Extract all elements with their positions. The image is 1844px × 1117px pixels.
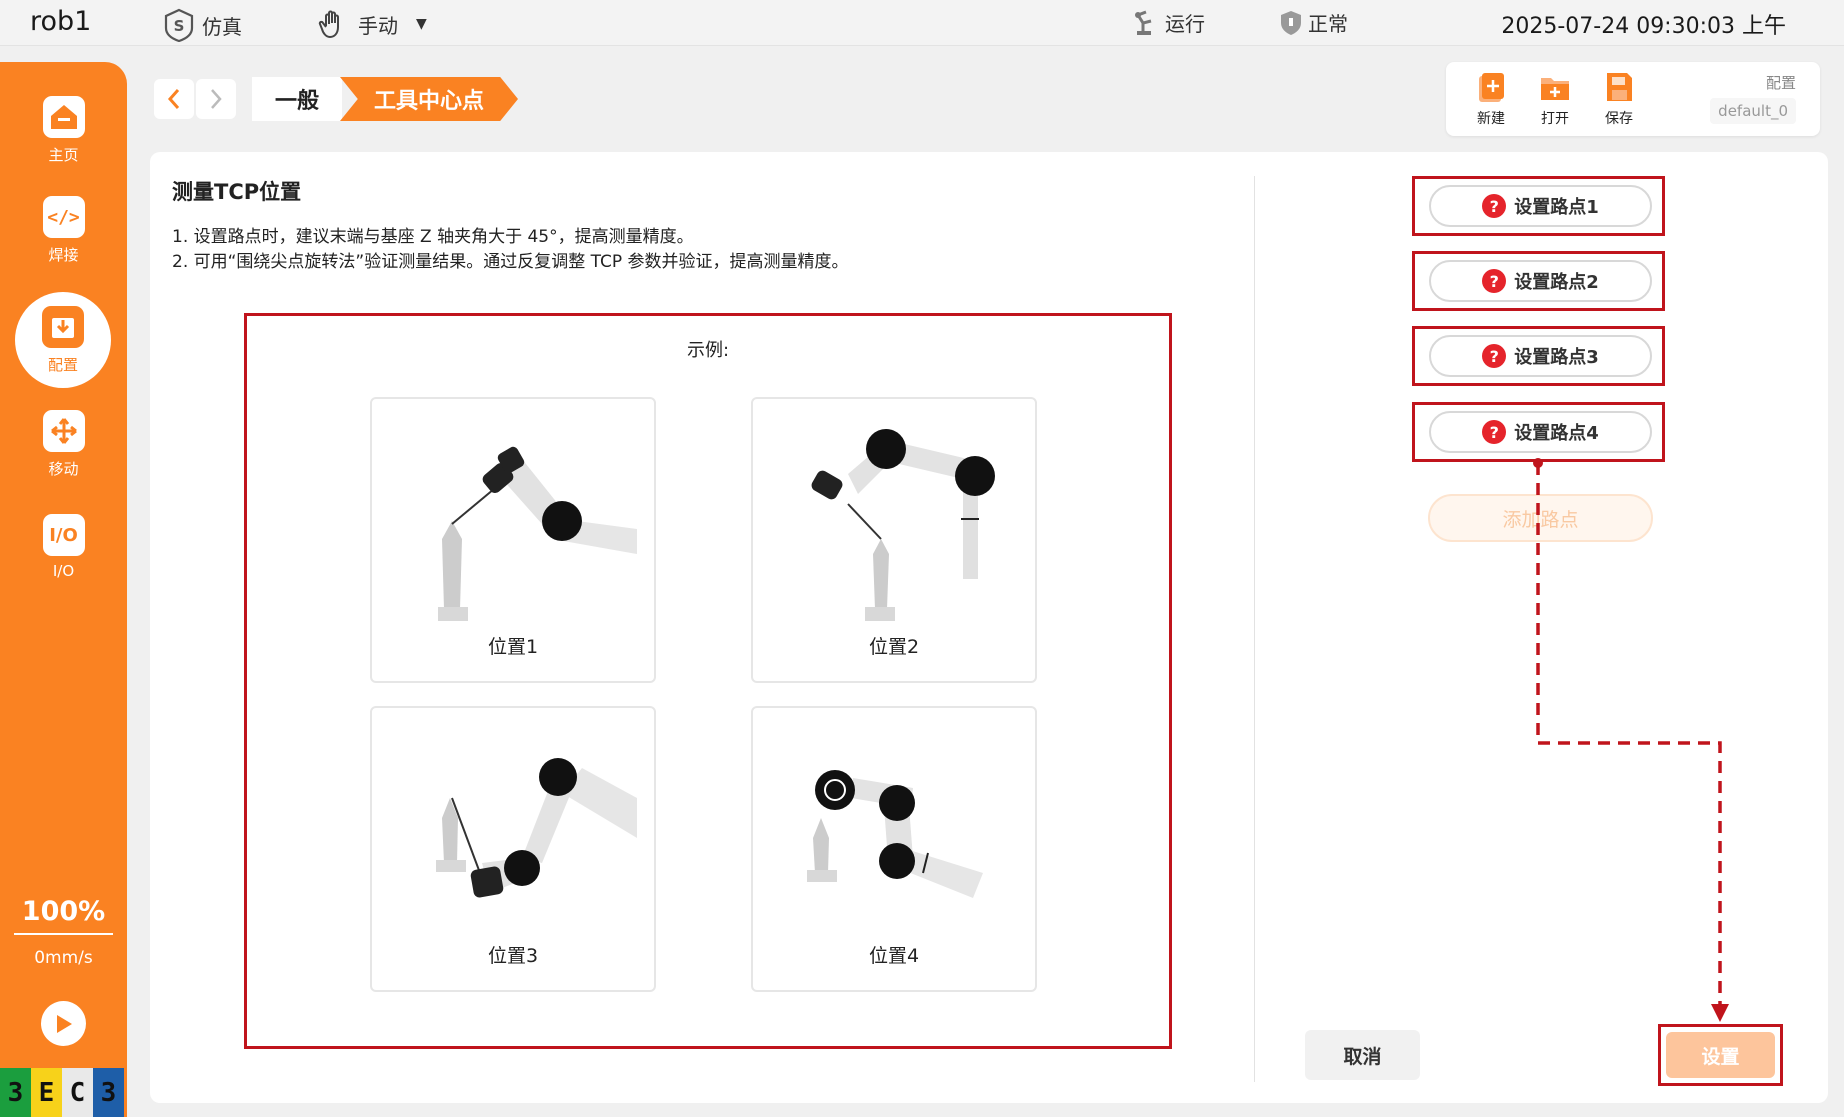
waypoint-highlight: ? 设置路点2 (1412, 251, 1665, 311)
position-card-2: 位置2 (751, 397, 1037, 683)
config-label: 配置 (1765, 74, 1796, 92)
help-icon: ? (1482, 194, 1507, 218)
set-waypoint-4-button[interactable]: ? 设置路点4 (1429, 411, 1652, 453)
waypoint-label: 设置路点3 (1514, 347, 1599, 368)
example-label: 示例: (686, 340, 730, 361)
page-title: 测量TCP位置 (172, 180, 302, 204)
set-waypoint-2-button[interactable]: ? 设置路点2 (1429, 260, 1652, 302)
waypoint-highlight: ? 设置路点1 (1412, 176, 1665, 236)
safety-status: 正常 (1280, 8, 1348, 37)
sidebar-item-move[interactable]: 移动 (0, 410, 127, 479)
help-icon: ? (1482, 344, 1507, 368)
config-toolbox: 新建 打开 保存 配置 default_0 (1446, 62, 1820, 136)
example-figure: 示例: 位置1 位置2 位置3 位置4 (244, 313, 1172, 1049)
config-name-field[interactable]: default_0 (1710, 98, 1796, 124)
speed-percent: 100% (21, 896, 106, 927)
sidebar-item-welding[interactable]: </> 焊接 (0, 196, 127, 265)
position-card-4: 位置4 (751, 706, 1037, 992)
save-config-button[interactable]: 保存 (1594, 70, 1644, 128)
simulation-label: 仿真 (202, 14, 242, 39)
save-icon (1607, 73, 1632, 101)
top-status-bar: rob1 S 仿真 手动 ▼ 运行 正常 2025-07-24 09:30:03… (0, 0, 1844, 46)
instruction-line: 1. 设置路点时，建议末端与基座 Z 轴夹角大于 45°，提高测量精度。 (172, 227, 694, 247)
waypoint-label: 设置路点2 (1514, 272, 1599, 293)
brand-logo-cell: 3 (93, 1068, 124, 1117)
position-caption: 位置2 (868, 636, 920, 658)
help-icon: ? (1482, 420, 1507, 444)
breadcrumb-general[interactable]: 一般 (252, 77, 342, 121)
folder-open-icon (1541, 78, 1569, 100)
brand-logo-cell: E (31, 1068, 62, 1117)
new-label: 新建 (1477, 111, 1505, 127)
speed-value: 0mm/s (34, 948, 93, 968)
play-button[interactable] (41, 1001, 86, 1046)
home-icon (42, 96, 85, 138)
open-config-button[interactable]: 打开 (1530, 70, 1580, 128)
breadcrumb-tcp[interactable]: 工具中心点 (340, 77, 518, 121)
simulation-icon: S (164, 8, 194, 42)
vertical-divider (1254, 176, 1255, 1082)
waypoint-label: 设置路点1 (1514, 197, 1599, 218)
set-waypoint-1-button[interactable]: ? 设置路点1 (1429, 185, 1652, 227)
position-card-3: 位置3 (370, 706, 656, 992)
io-icon: I/O (42, 514, 85, 556)
sidebar-item-home[interactable]: 主页 (0, 96, 127, 165)
help-icon: ? (1482, 269, 1507, 293)
waypoint-highlight: ? 设置路点3 (1412, 326, 1665, 386)
robot-name: rob1 (30, 6, 92, 37)
datetime: 2025-07-24 09:30:03 上午 (1501, 14, 1786, 39)
safety-label: 正常 (1308, 12, 1348, 36)
instruction-line: 2. 可用“围绕尖点旋转法”验证测量结果。通过反复调整 TCP 参数并验证，提高… (172, 252, 849, 272)
run-label: 运行 (1165, 12, 1205, 36)
cancel-button[interactable]: 取消 (1305, 1030, 1420, 1080)
play-icon (56, 1014, 72, 1033)
sidebar-item-io[interactable]: I/O I/O (0, 514, 127, 580)
sidebar-item-label: I/O (52, 562, 75, 580)
save-label: 保存 (1605, 111, 1633, 127)
sidebar-item-label: 主页 (48, 146, 79, 164)
forward-button[interactable] (196, 79, 236, 119)
position-caption: 位置3 (487, 945, 539, 967)
shield-icon (1281, 10, 1301, 35)
mode-dropdown[interactable]: 手动 ▼ (318, 8, 427, 40)
brand-logo-cell: C (62, 1068, 93, 1117)
code-icon: </> (42, 196, 85, 238)
chevron-right-icon (211, 89, 222, 109)
svg-text:S: S (174, 17, 185, 35)
add-waypoint-button[interactable]: 添加路点 (1428, 494, 1653, 542)
sidebar-item-label: 移动 (48, 460, 79, 478)
sidebar-item-config[interactable]: 配置 (15, 292, 111, 388)
brand-logo-cell: 3 (0, 1068, 31, 1117)
set-waypoint-3-button[interactable]: ? 设置路点3 (1429, 335, 1652, 377)
sidebar-item-label: 配置 (47, 355, 78, 374)
open-label: 打开 (1541, 111, 1569, 127)
move-arrows-icon (42, 410, 85, 452)
new-file-icon (1479, 73, 1504, 102)
robot-arm-icon (1135, 10, 1152, 35)
back-button[interactable] (154, 79, 194, 119)
waypoint-label: 设置路点4 (1514, 423, 1599, 444)
chevron-down-icon: ▼ (416, 16, 427, 32)
new-config-button[interactable]: 新建 (1466, 70, 1516, 128)
download-box-icon (42, 305, 84, 348)
position-caption: 位置1 (487, 636, 539, 658)
sidebar-item-label: 焊接 (48, 246, 79, 264)
set-button[interactable]: 设置 (1666, 1032, 1775, 1078)
set-button-highlight: 设置 (1658, 1024, 1783, 1086)
position-card-1: 位置1 (370, 397, 656, 683)
speed-divider (14, 933, 113, 935)
chevron-left-icon (167, 89, 180, 109)
simulation-toggle[interactable]: S 仿真 (162, 8, 242, 42)
mode-label: 手动 (358, 13, 398, 38)
position-caption: 位置4 (868, 945, 920, 967)
hand-icon (318, 10, 339, 39)
waypoint-highlight: ? 设置路点4 (1412, 402, 1665, 462)
run-status: 运行 (1133, 8, 1205, 37)
